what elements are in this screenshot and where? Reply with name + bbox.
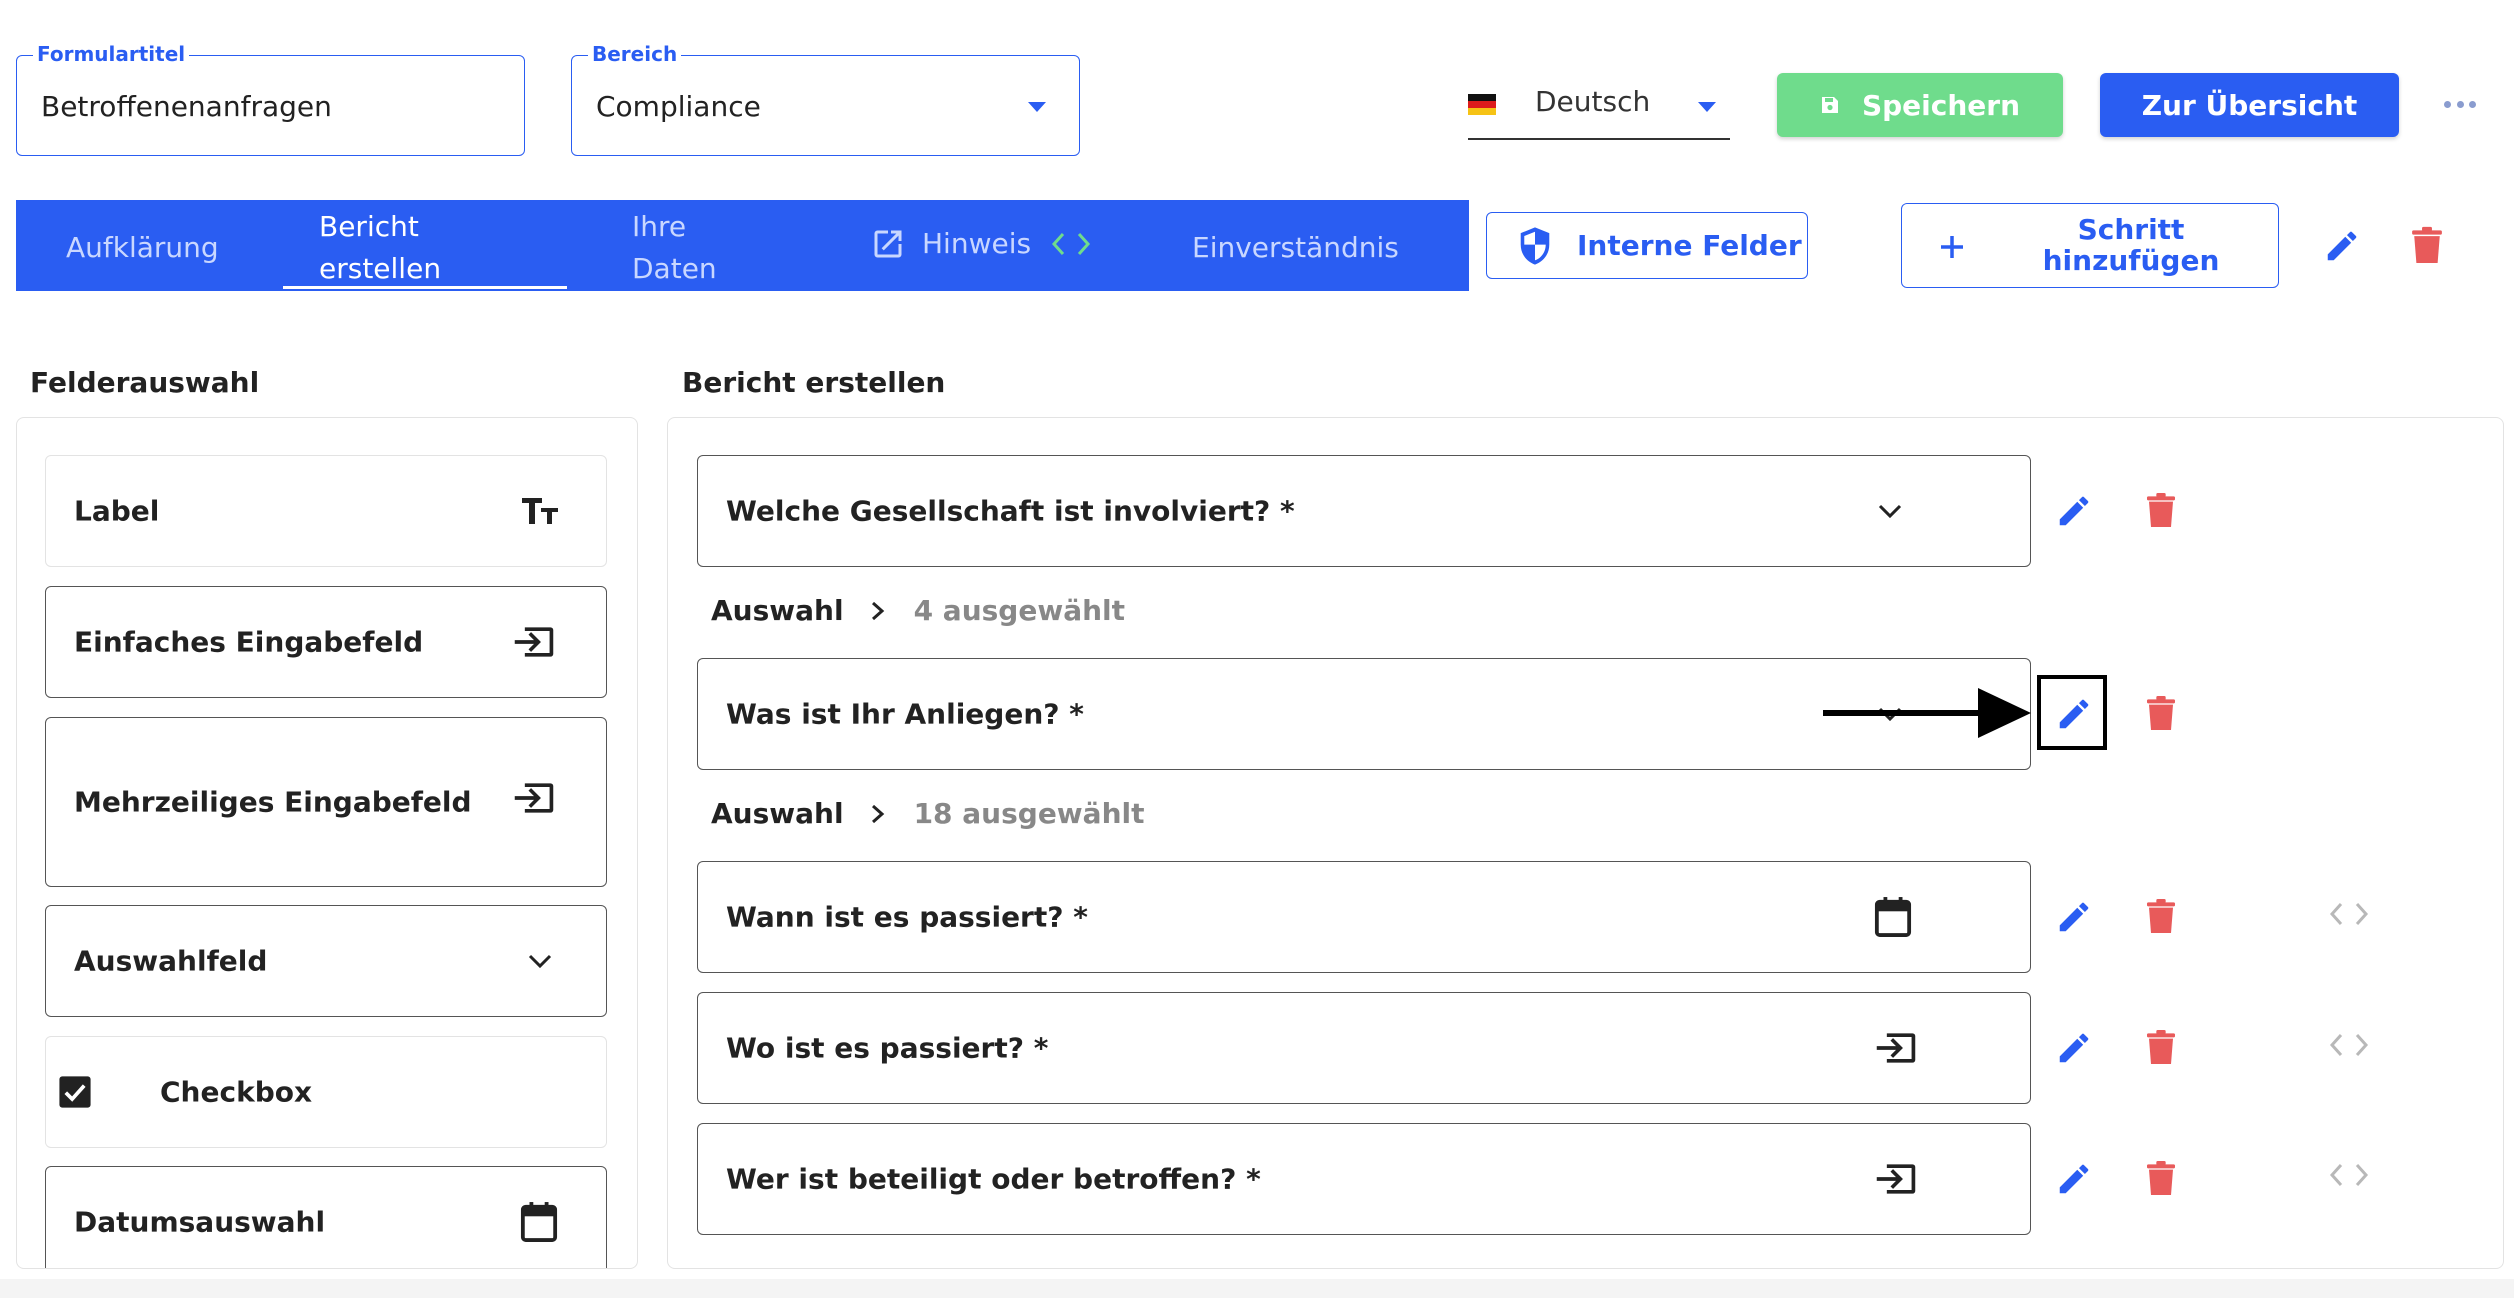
trash-icon (2147, 899, 2175, 933)
active-tab-indicator (283, 286, 567, 289)
caret-down-icon (1028, 102, 1046, 112)
report-title: Bericht erstellen (682, 366, 946, 399)
selection-summary[interactable]: Auswahl 18 ausgewählt (711, 797, 1144, 830)
add-step-button[interactable]: Schritt hinzufügen (1901, 203, 2279, 288)
calendar-icon (520, 1202, 558, 1242)
bottom-strip (0, 1279, 2514, 1298)
chevron-down-icon (528, 954, 552, 969)
annotation-arrow-icon (1823, 688, 2031, 738)
edit-field-button[interactable] (2054, 895, 2094, 939)
delete-field-button[interactable] (2143, 692, 2179, 736)
chevron-down-icon (1878, 504, 1902, 519)
save-icon (1821, 97, 1838, 113)
pencil-icon (2059, 496, 2089, 526)
selection-summary[interactable]: Auswahl 4 ausgewählt (711, 594, 1125, 627)
field-date-picker[interactable]: Datumsauswahl (45, 1166, 607, 1268)
chevron-right-icon (871, 804, 884, 823)
internal-fields-button[interactable]: Interne Felder (1486, 212, 1808, 279)
add-step-line2: hinzufügen (2042, 244, 2220, 277)
delete-field-button[interactable] (2143, 1157, 2179, 1201)
overview-button[interactable]: Zur Übersicht (2100, 73, 2399, 137)
field-selection-panel: Label Einfaches Eingabefeld Mehrzeiliges… (16, 417, 638, 1269)
code-brackets-icon[interactable] (2329, 1030, 2369, 1060)
field-label[interactable]: Label (45, 455, 607, 567)
input-field-icon (514, 627, 554, 657)
delete-step-button[interactable] (2409, 224, 2445, 268)
checkbox-checked-icon (59, 1076, 91, 1108)
chevron-right-icon (871, 601, 884, 620)
pencil-icon (2327, 231, 2357, 261)
language-value: Deutsch (1535, 85, 1651, 118)
calendar-icon (1874, 897, 1912, 937)
tab-ihre-daten[interactable]: Ihre Daten (632, 206, 717, 290)
trash-icon (2147, 696, 2175, 730)
field-checkbox[interactable]: Checkbox (45, 1036, 607, 1148)
code-brackets-icon[interactable] (2329, 899, 2369, 929)
overview-label: Zur Übersicht (2141, 88, 2358, 122)
tab-hinweis[interactable]: Hinweis (870, 223, 1091, 265)
trash-icon (2412, 226, 2442, 263)
pencil-icon (2059, 1164, 2089, 1194)
step-tabs: Aufklärung Bericht erstellen Ihre Daten … (16, 200, 1469, 291)
report-field-who[interactable]: Wer ist beteiligt oder betroffen? * (697, 1123, 2031, 1235)
internal-fields-label: Interne Felder (1577, 229, 1802, 262)
trash-icon (2147, 493, 2175, 527)
pencil-icon (2059, 902, 2089, 932)
edit-step-button[interactable] (2322, 224, 2362, 268)
edit-field-button[interactable] (2054, 1026, 2094, 1070)
input-field-icon (1876, 1033, 1916, 1063)
input-field-icon (1876, 1164, 1916, 1194)
tab-einverstaendnis[interactable]: Einverständnis (1192, 227, 1399, 269)
edit-field-button[interactable] (2054, 692, 2094, 736)
form-title-field[interactable]: Formulartitel Betroffenenanfragen (16, 42, 525, 156)
report-field-where[interactable]: Wo ist es passiert? * (697, 992, 2031, 1104)
delete-field-button[interactable] (2143, 489, 2179, 533)
delete-field-button[interactable] (2143, 1026, 2179, 1070)
text-size-icon (522, 498, 558, 524)
save-button[interactable]: Speichern (1777, 73, 2063, 137)
report-field-company[interactable]: Welche Gesellschaft ist involviert? * (697, 455, 2031, 567)
shield-icon (1520, 226, 1550, 265)
more-horizontal-icon[interactable] (2444, 98, 2476, 110)
area-select[interactable]: Bereich Compliance (571, 42, 1080, 156)
caret-down-icon (1698, 102, 1716, 112)
input-field-icon (514, 783, 554, 813)
edit-field-button[interactable] (2054, 489, 2094, 533)
add-step-line1: Schritt (2077, 213, 2185, 246)
edit-field-button[interactable] (2054, 1157, 2094, 1201)
report-field-when[interactable]: Wann ist es passiert? * (697, 861, 2031, 973)
de-flag-icon (1468, 94, 1496, 115)
field-multiline-input[interactable]: Mehrzeiliges Eingabefeld (45, 717, 607, 887)
area-legend: Bereich (588, 42, 682, 66)
area-value: Compliance (596, 90, 761, 123)
trash-icon (2147, 1030, 2175, 1064)
code-brackets-icon[interactable] (2329, 1160, 2369, 1190)
form-title-value: Betroffenenanfragen (41, 90, 332, 123)
form-title-legend: Formulartitel (33, 42, 190, 66)
trash-icon (2147, 1161, 2175, 1195)
field-selection-title: Felderauswahl (30, 366, 260, 399)
tab-bericht-erstellen[interactable]: Bericht erstellen (319, 206, 591, 290)
plus-icon (1941, 236, 1963, 258)
field-simple-input[interactable]: Einfaches Eingabefeld (45, 586, 607, 698)
language-select[interactable]: Deutsch (1468, 78, 1730, 140)
pencil-icon (2059, 699, 2089, 729)
tab-aufklaerung[interactable]: Aufklärung (66, 227, 219, 269)
code-brackets-icon (1052, 232, 1091, 256)
pencil-icon (2059, 1033, 2089, 1063)
save-label: Speichern (1861, 88, 2021, 122)
external-link-icon (874, 230, 902, 258)
delete-field-button[interactable] (2143, 895, 2179, 939)
field-select[interactable]: Auswahlfeld (45, 905, 607, 1017)
